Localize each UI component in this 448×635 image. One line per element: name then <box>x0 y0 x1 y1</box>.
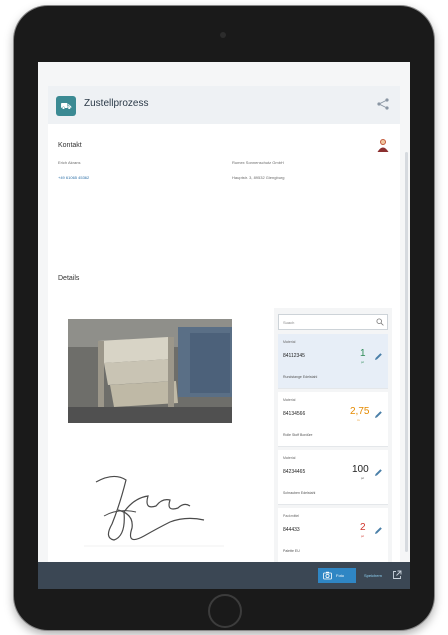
object-page-content: Kontakt Erich Akrans +49 61065 45362 Rum… <box>48 124 400 582</box>
pencil-icon[interactable] <box>374 410 383 419</box>
list-item[interactable]: Material 84134566 2,75 m Rolle Stoff Bor… <box>278 392 388 447</box>
search-field[interactable] <box>278 314 388 330</box>
search-icon[interactable] <box>376 318 384 326</box>
list-item[interactable]: Packmittel 844433 2 pc Palette EU <box>278 508 388 563</box>
page-title: Zustellprozess <box>84 98 149 109</box>
list-item[interactable]: Material 84234465 100 pc Schrauben Edels… <box>278 450 388 505</box>
item-quantity: 1 <box>360 348 366 359</box>
search-input[interactable] <box>283 318 373 327</box>
item-quantity: 2 <box>360 522 366 533</box>
contact-company: Rumex Sonnenschutz GmbH <box>232 160 284 165</box>
foto-label: Foto <box>336 573 345 578</box>
camera-dot <box>220 32 226 38</box>
item-description: Schrauben Edelstahl <box>283 491 316 495</box>
material-list: Material 84112345 1 pc Rundstange Edelst… <box>274 308 392 572</box>
contact-name: Erich Akrans <box>58 160 81 165</box>
save-button[interactable]: Speichern <box>360 568 386 583</box>
item-unit: pc <box>361 534 365 538</box>
delivery-photo[interactable] <box>68 319 232 423</box>
item-description: Rolle Stoff Bordüre <box>283 433 313 437</box>
item-quantity: 100 <box>352 464 369 475</box>
pencil-icon[interactable] <box>374 468 383 477</box>
tablet-device: ⛟ Zustellprozess Kontakt Erich Akrans +4… <box>14 6 434 630</box>
footer-toolbar: Foto Speichern <box>38 562 410 589</box>
item-label: Packmittel <box>283 514 300 518</box>
contact-heading: Kontakt <box>58 142 82 149</box>
signature-image <box>74 454 234 560</box>
app-header: ⛟ Zustellprozess <box>48 86 400 125</box>
details-heading: Details <box>58 275 80 282</box>
item-description: Palette EU <box>283 549 300 553</box>
item-number: 84234465 <box>283 469 306 475</box>
item-unit: pc <box>361 360 365 364</box>
person-avatar-icon[interactable] <box>376 138 390 152</box>
item-description: Rundstange Edelstahl <box>283 375 318 379</box>
app-screen: ⛟ Zustellprozess Kontakt Erich Akrans +4… <box>38 62 410 589</box>
item-label: Material <box>283 340 296 344</box>
scrollbar[interactable] <box>405 152 408 552</box>
item-quantity: 2,75 <box>350 406 370 417</box>
item-unit: pc <box>361 476 365 480</box>
list-item[interactable]: Material 84112345 1 pc Rundstange Edelst… <box>278 334 388 389</box>
item-number: 84112345 <box>283 353 305 359</box>
truck-icon: ⛟ <box>56 96 76 116</box>
pencil-icon[interactable] <box>374 352 383 361</box>
item-number: 844433 <box>283 527 300 533</box>
camera-icon <box>323 571 332 580</box>
item-unit: m <box>357 418 360 422</box>
item-label: Material <box>283 456 296 460</box>
item-label: Material <box>283 398 296 402</box>
foto-button[interactable]: Foto <box>318 568 356 583</box>
contact-phone-link[interactable]: +49 61065 45362 <box>58 175 89 180</box>
pencil-icon[interactable] <box>374 526 383 535</box>
item-number: 84134566 <box>283 411 306 417</box>
home-button[interactable] <box>208 594 242 628</box>
share-icon[interactable] <box>376 97 390 111</box>
contact-address: Hauptstr. 3, 89532 Giengburg <box>232 175 285 180</box>
export-icon[interactable] <box>392 570 402 580</box>
